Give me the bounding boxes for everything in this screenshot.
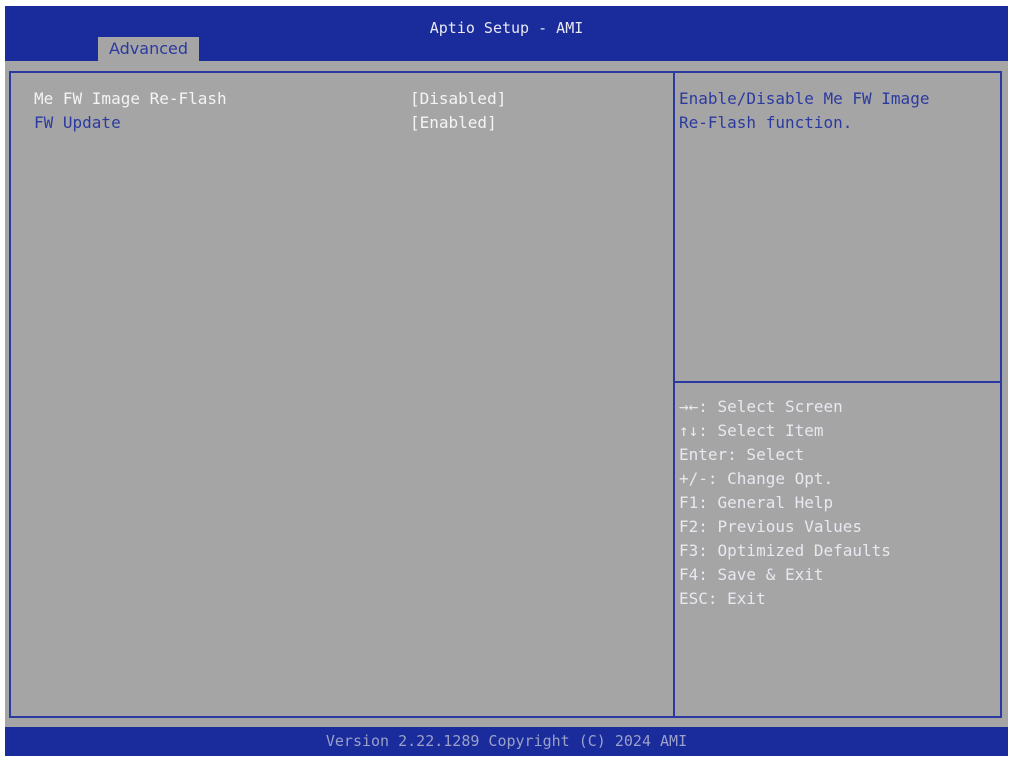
- key-f2: F2: Previous Values: [679, 517, 863, 536]
- header-bar: Aptio Setup - AMI Advanced: [5, 6, 1008, 61]
- help-divider: [675, 381, 1000, 383]
- key-change-opt: +/-: Change Opt.: [679, 469, 834, 488]
- help-line: Enable/Disable Me FW Image: [679, 89, 930, 108]
- help-line: Re-Flash function.: [679, 113, 853, 132]
- version-text: Version 2.22.1289 Copyright (C) 2024 AMI: [325, 732, 688, 750]
- key-select-item: ↑↓: Select Item: [679, 421, 824, 440]
- setting-row-me-fw-reflash[interactable]: Me FW Image Re-Flash [Disabled]: [5, 89, 673, 113]
- key-enter: Enter: Select: [679, 445, 805, 464]
- setting-label: FW Update: [34, 113, 121, 132]
- key-esc: ESC: Exit: [679, 589, 766, 608]
- app-title: Aptio Setup - AMI: [429, 19, 584, 37]
- key-select-screen: →←: Select Screen: [679, 397, 843, 416]
- key-legend: →←: Select Screen ↑↓: Select Item Enter:…: [679, 395, 999, 611]
- footer-bar: Version 2.22.1289 Copyright (C) 2024 AMI: [5, 727, 1008, 756]
- key-f4: F4: Save & Exit: [679, 565, 824, 584]
- setting-value[interactable]: [Disabled]: [410, 89, 506, 108]
- key-f3: F3: Optimized Defaults: [679, 541, 891, 560]
- help-text: Enable/Disable Me FW Image Re-Flash func…: [679, 87, 999, 135]
- setting-row-fw-update[interactable]: FW Update [Enabled]: [5, 113, 673, 137]
- setting-label: Me FW Image Re-Flash: [34, 89, 227, 108]
- tab-advanced[interactable]: Advanced: [98, 37, 199, 61]
- vertical-divider: [673, 71, 675, 718]
- setting-value[interactable]: [Enabled]: [410, 113, 497, 132]
- main-panel: Me FW Image Re-Flash [Disabled] FW Updat…: [5, 61, 1008, 727]
- key-f1: F1: General Help: [679, 493, 834, 512]
